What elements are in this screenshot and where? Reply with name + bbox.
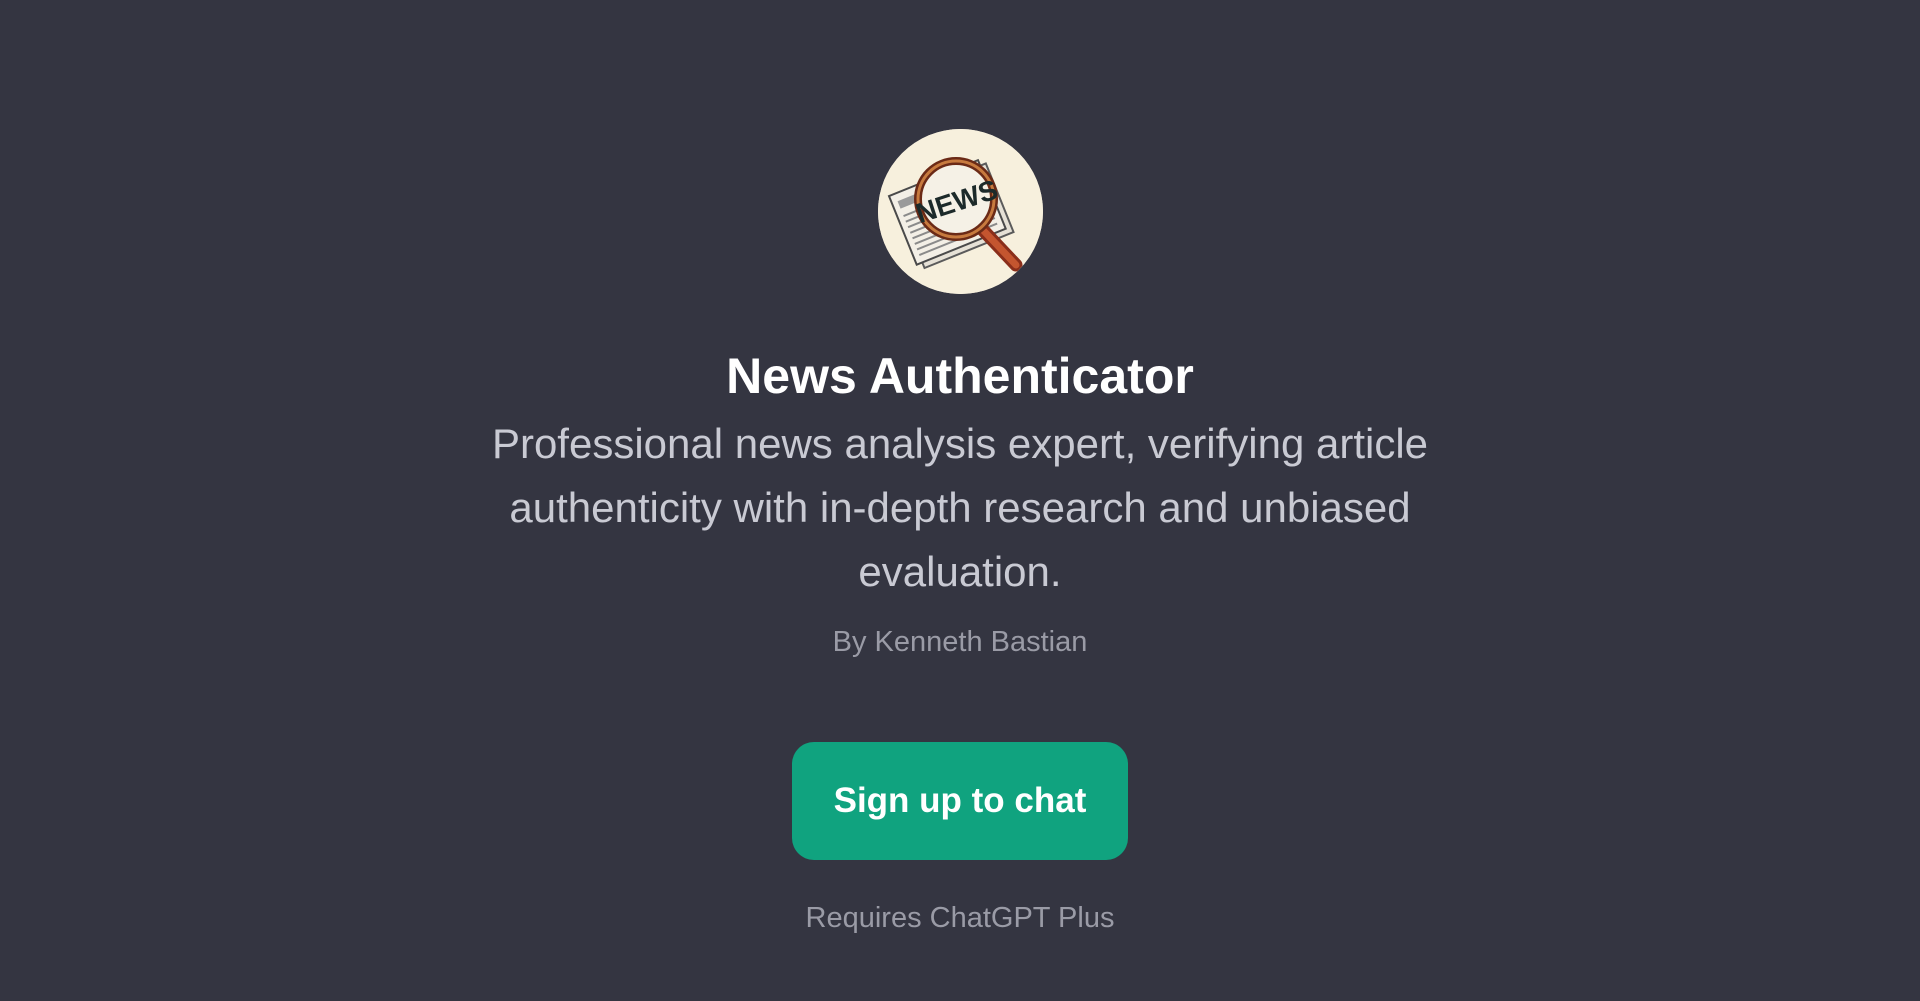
plus-requirement-note: Requires ChatGPT Plus xyxy=(805,902,1115,934)
gpt-description: Professional news analysis expert, verif… xyxy=(491,420,1429,595)
sign-up-button[interactable]: Sign up to chat xyxy=(792,742,1128,860)
gpt-title: News Authenticator xyxy=(726,348,1194,404)
newspaper-magnifying-glass-icon: NEWS xyxy=(877,129,1043,294)
gpt-landing-page: NEWS News Authenticator Professional new… xyxy=(0,0,1920,1001)
gpt-author: By Kenneth Bastian xyxy=(832,626,1088,658)
gpt-avatar: NEWS xyxy=(877,129,1043,294)
